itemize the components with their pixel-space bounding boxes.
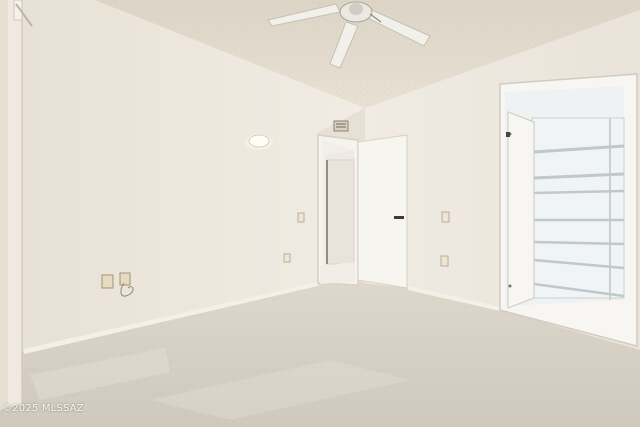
wall-sconce-light <box>245 134 273 150</box>
wall-outlet <box>283 253 291 263</box>
closet-door[interactable] <box>507 111 535 309</box>
hallway-doorway <box>317 134 359 286</box>
room-photo: ©2025 MLSSAZ <box>0 0 640 427</box>
room-illustration <box>0 0 640 427</box>
wall-outlet <box>440 255 449 267</box>
light-switch[interactable] <box>297 212 305 223</box>
phone-jack <box>119 272 131 286</box>
wall-outlet <box>101 274 114 289</box>
light-switch[interactable] <box>441 211 450 223</box>
closet-doorway <box>499 73 638 347</box>
watermark-text: ©2025 MLSSAZ <box>2 403 84 414</box>
air-vent-icon <box>333 120 349 132</box>
door-handle[interactable] <box>394 216 404 219</box>
hall-door[interactable] <box>357 134 408 289</box>
closet-shelving <box>531 117 625 300</box>
closet-door-handle[interactable] <box>506 132 510 137</box>
